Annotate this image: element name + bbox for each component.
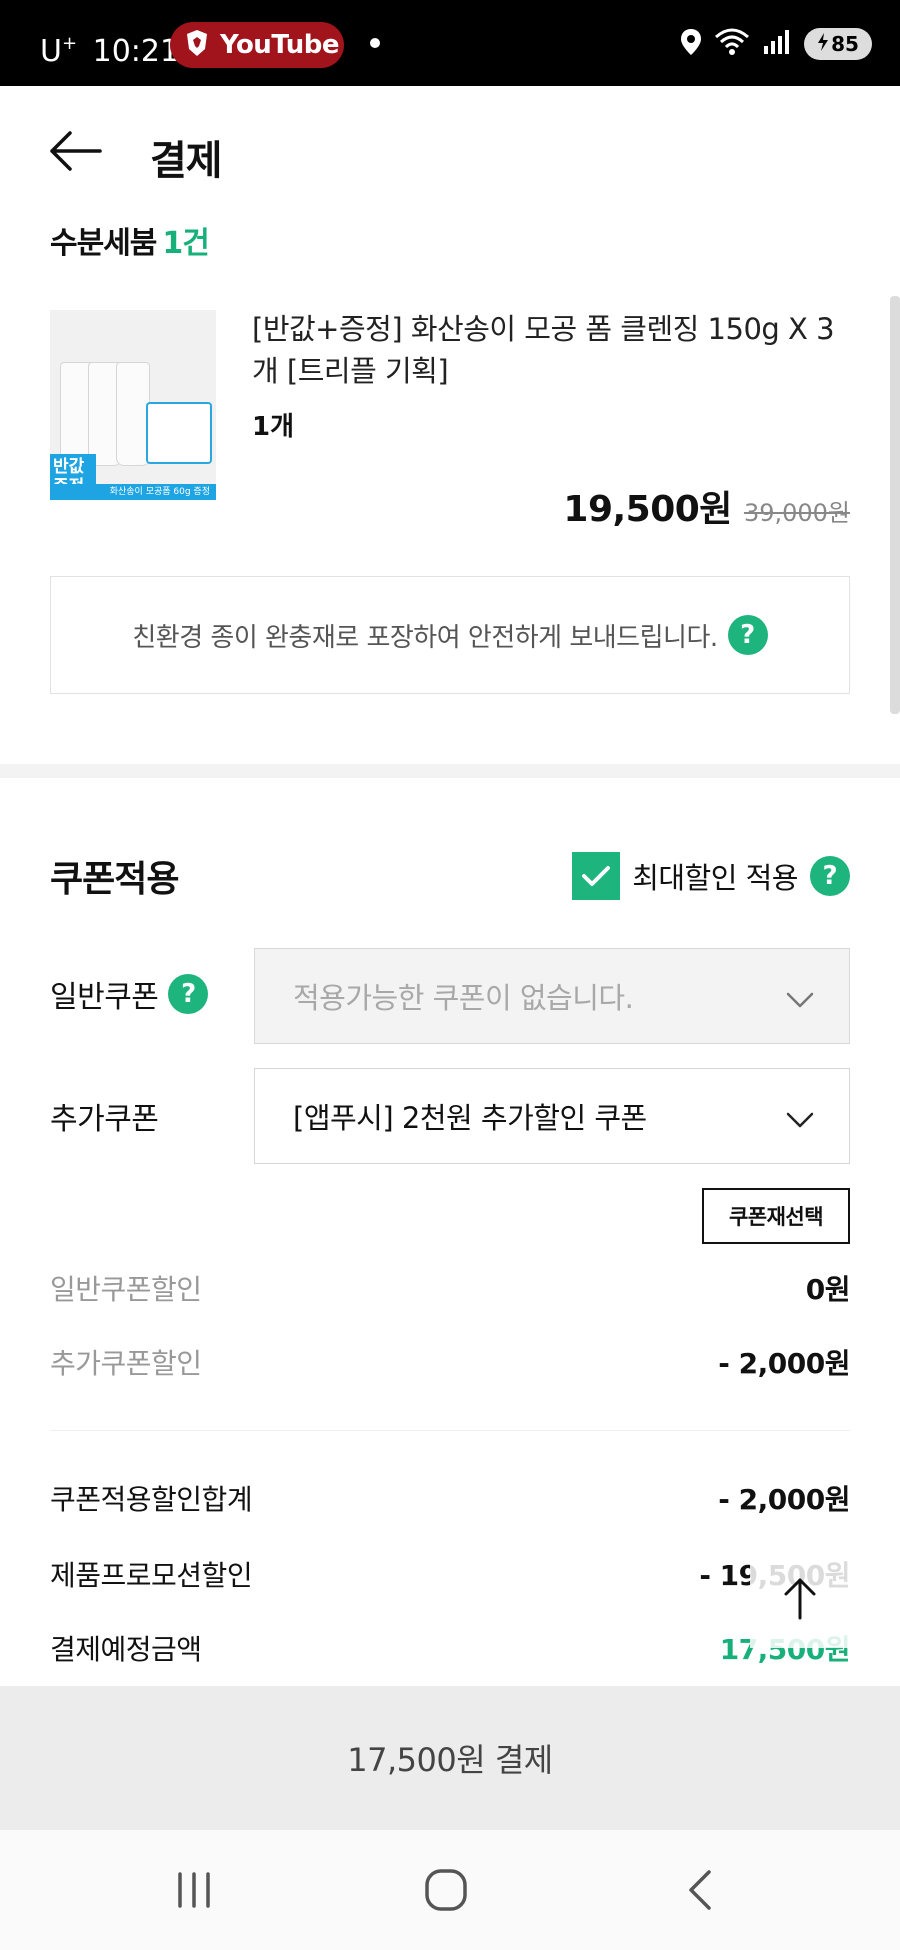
- scroll-to-top-button[interactable]: [750, 1548, 850, 1648]
- extra-coupon-select[interactable]: [앱푸시] 2천원 추가할인 쿠폰: [254, 1068, 850, 1164]
- price-row: 19,500원 39,000원: [563, 480, 850, 532]
- location-icon: [680, 28, 702, 60]
- product-quantity: 1개: [252, 412, 295, 442]
- product-name[interactable]: [반값+증정] 화산송이 모공 폼 클렌징 150g X 3개 [트리플 기획]: [252, 308, 852, 392]
- general-discount-label: 일반쿠폰할인: [50, 1273, 202, 1306]
- status-bar: U+ 10:21 YouTube 85: [0, 0, 900, 86]
- help-icon[interactable]: ?: [168, 974, 209, 1014]
- extra-coupon-row-label: 추가쿠폰: [50, 1094, 159, 1138]
- arrow-up-icon: [784, 1578, 816, 1620]
- promo-discount-row: 제품프로모션할인 - 19,500원: [50, 1554, 850, 1594]
- scrollbar[interactable]: [890, 296, 900, 714]
- coupon-reselect-button[interactable]: 쿠폰재선택: [702, 1188, 850, 1244]
- wifi-icon: [714, 27, 750, 61]
- seller-name: 수분세붐: [50, 226, 157, 261]
- carrier-time: U+ 10:21: [40, 26, 179, 70]
- home-button[interactable]: [416, 1860, 476, 1920]
- sale-price: 19,500원: [563, 489, 732, 530]
- expected-amount-row: 결제예정금액 17,500원: [50, 1628, 851, 1668]
- general-coupon-select[interactable]: 적용가능한 쿠폰이 없습니다.: [254, 948, 850, 1044]
- chevron-down-icon: [785, 1103, 815, 1137]
- back-button[interactable]: [48, 126, 104, 176]
- battery-level: 85: [831, 32, 859, 56]
- extra-discount-label: 추가쿠폰할인: [50, 1347, 202, 1380]
- carrier-label: U: [40, 34, 62, 69]
- system-back-button[interactable]: [670, 1860, 730, 1920]
- coupon-section-title: 쿠폰적용: [50, 859, 179, 900]
- max-discount-toggle[interactable]: 최대할인 적용 ?: [572, 852, 850, 900]
- general-coupon-label: 일반쿠폰: [50, 980, 159, 1015]
- system-nav-bar: [0, 1830, 900, 1950]
- extra-coupon-value: [앱푸시] 2천원 추가할인 쿠폰: [293, 1101, 647, 1135]
- eco-notice-text: 친환경 종이 완충재로 포장하여 안전하게 보내드립니다.: [132, 622, 718, 653]
- thumb-strip: 화산송이 모공폼 60g 증정: [50, 484, 216, 500]
- extra-coupon-label: 추가쿠폰: [50, 1102, 159, 1137]
- extra-discount-value: - 2,000원: [718, 1347, 850, 1380]
- general-discount-value: 0원: [805, 1273, 851, 1306]
- original-price: 39,000원: [743, 499, 850, 527]
- product-thumbnail[interactable]: 반값 증정 화산송이 모공폼 60g 증정: [50, 310, 216, 500]
- coupon-total-value: - 2,000원: [718, 1483, 850, 1516]
- seller-heading: 수분세붐 1건: [50, 218, 210, 262]
- max-discount-checkbox[interactable]: [572, 852, 621, 900]
- section-divider: [0, 764, 900, 778]
- youtube-label: YouTube: [220, 30, 339, 60]
- eco-packaging-notice: 친환경 종이 완충재로 포장하여 안전하게 보내드립니다. ?: [50, 576, 850, 694]
- back-arrow-icon: [50, 131, 102, 171]
- summary-divider: [50, 1430, 850, 1431]
- general-discount-row: 일반쿠폰할인 0원: [50, 1268, 851, 1308]
- coupon-total-label: 쿠폰적용할인합계: [50, 1483, 253, 1516]
- charging-icon: [817, 32, 829, 56]
- promo-discount-label: 제품프로모션할인: [50, 1559, 253, 1592]
- youtube-pill[interactable]: YouTube: [170, 22, 344, 68]
- battery-indicator: 85: [804, 28, 872, 60]
- gift-box-shape: [146, 402, 212, 464]
- help-icon[interactable]: ?: [727, 615, 768, 655]
- general-coupon-placeholder: 적용가능한 쿠폰이 없습니다.: [293, 981, 634, 1015]
- signal-icon: [762, 28, 792, 60]
- recent-apps-icon: [178, 1872, 210, 1908]
- help-icon[interactable]: ?: [810, 856, 850, 896]
- tube-shape: [116, 362, 150, 466]
- expected-amount-label: 결제예정금액: [50, 1633, 202, 1666]
- coupon-total-row: 쿠폰적용할인합계 - 2,000원: [50, 1478, 850, 1518]
- page-header: 결제: [0, 86, 900, 216]
- max-discount-label: 최대할인 적용: [632, 861, 798, 895]
- item-count: 1건: [162, 226, 209, 261]
- status-icons: 85: [680, 24, 872, 64]
- extra-discount-row: 추가쿠폰할인 - 2,000원: [50, 1342, 850, 1382]
- brave-icon: [184, 29, 210, 61]
- home-icon: [425, 1869, 467, 1911]
- notification-dot: [370, 38, 380, 48]
- chevron-left-icon: [689, 1870, 711, 1910]
- general-coupon-row-label: 일반쿠폰 ?: [50, 972, 209, 1016]
- chevron-down-icon: [785, 983, 815, 1017]
- pay-button[interactable]: 17,500원 결제: [0, 1686, 900, 1830]
- recent-apps-button[interactable]: [164, 1860, 224, 1920]
- page-title: 결제: [150, 138, 223, 184]
- carrier-plus: +: [61, 33, 78, 54]
- check-icon: [582, 866, 611, 886]
- clock: 10:21: [92, 34, 180, 69]
